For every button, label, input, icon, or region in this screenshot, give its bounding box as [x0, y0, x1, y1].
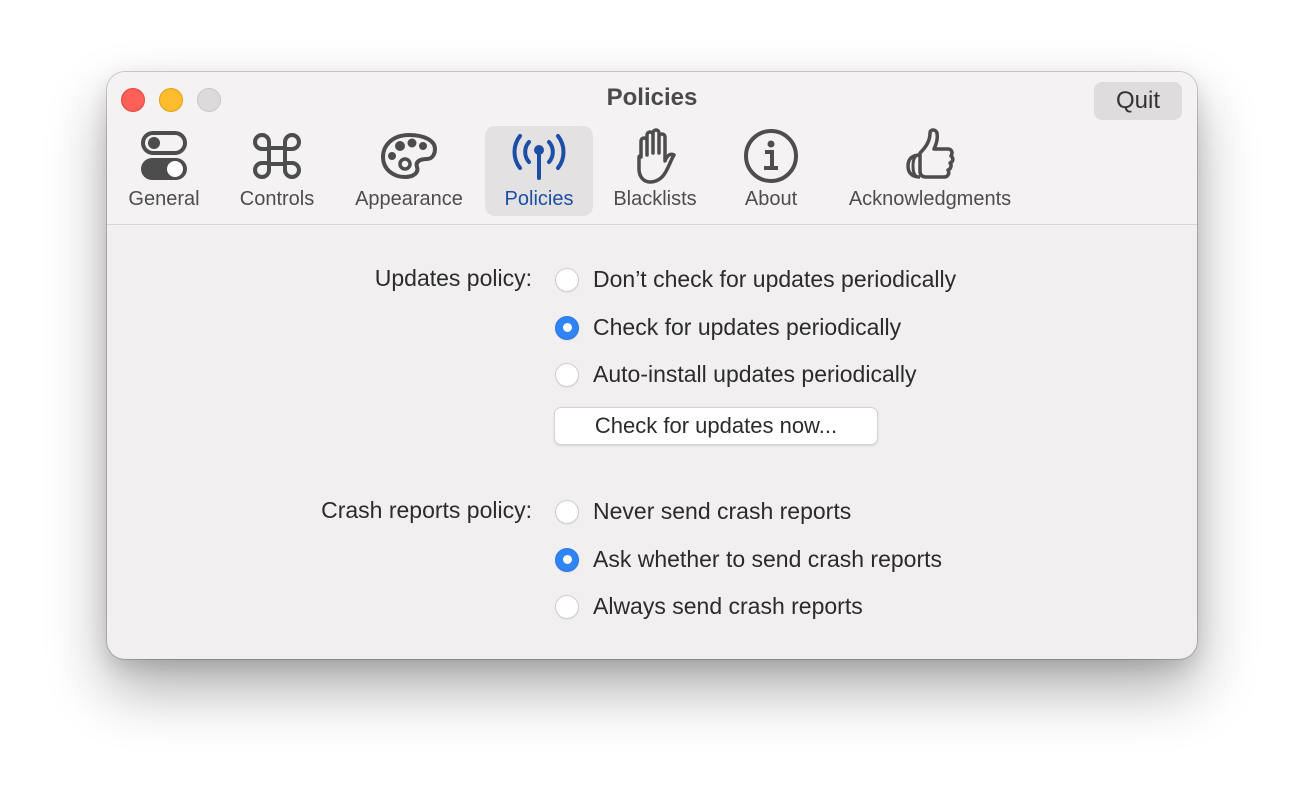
tab-label: About: [744, 188, 798, 210]
radio-auto-install-updates[interactable]: Auto-install updates periodically: [555, 361, 916, 388]
tab-label: Blacklists: [613, 188, 697, 210]
radio-label: Check for updates periodically: [593, 314, 902, 340]
tab-label: Appearance: [355, 188, 463, 210]
updates-policy-label: Updates policy:: [374, 265, 532, 291]
radio-button[interactable]: [555, 547, 579, 572]
quit-button[interactable]: Quit: [1094, 82, 1182, 120]
tab-appearance[interactable]: Appearance: [345, 126, 473, 216]
radio-label: Auto-install updates periodically: [593, 361, 917, 387]
tab-blacklists[interactable]: Blacklists: [605, 126, 705, 216]
radio-label: Never send crash reports: [593, 498, 852, 524]
tab-acknowledgments[interactable]: Acknowledgments: [835, 126, 1025, 216]
raised-hand-icon: [630, 126, 680, 186]
radio-button[interactable]: [555, 499, 579, 524]
tab-label: Policies: [504, 188, 574, 210]
tab-controls[interactable]: Controls: [229, 126, 325, 216]
radio-button[interactable]: [555, 362, 579, 387]
command-key-icon: [252, 126, 302, 186]
radio-label: Ask whether to send crash reports: [593, 546, 942, 572]
tab-about[interactable]: About: [723, 126, 819, 216]
tab-label: General: [128, 188, 200, 210]
radio-button[interactable]: [555, 315, 579, 340]
radio-button[interactable]: [555, 267, 579, 292]
policies-pane: Updates policy: Don’t check for updates …: [107, 225, 1197, 659]
tab-label: Controls: [239, 188, 315, 210]
radio-label: Always send crash reports: [593, 593, 863, 619]
radio-always-send-crash-reports[interactable]: Always send crash reports: [555, 593, 863, 620]
info-circle-icon: [743, 126, 799, 186]
radio-button[interactable]: [555, 594, 579, 619]
crash-reports-policy-label: Crash reports policy:: [321, 497, 532, 523]
tab-label: Acknowledgments: [848, 188, 1012, 210]
radio-never-send-crash-reports[interactable]: Never send crash reports: [555, 498, 851, 525]
radio-ask-send-crash-reports[interactable]: Ask whether to send crash reports: [555, 546, 942, 573]
preferences-window: Policies Quit General Controls Appearanc…: [107, 72, 1197, 659]
check-for-updates-now-button[interactable]: Check for updates now...: [554, 407, 878, 445]
thumbs-up-icon: [902, 126, 958, 186]
palette-icon: [379, 126, 439, 186]
toggle-switches-icon: [140, 126, 188, 186]
radio-label: Don’t check for updates periodically: [593, 266, 957, 292]
toolbar: Policies Quit General Controls Appearanc…: [107, 72, 1197, 225]
radio-check-updates-periodically[interactable]: Check for updates periodically: [555, 314, 901, 341]
window-title: Policies: [606, 84, 698, 111]
tab-policies[interactable]: Policies: [485, 126, 593, 216]
tab-general[interactable]: General: [119, 126, 209, 216]
antenna-broadcast-icon: [508, 126, 570, 186]
radio-dont-check-updates[interactable]: Don’t check for updates periodically: [555, 266, 956, 293]
